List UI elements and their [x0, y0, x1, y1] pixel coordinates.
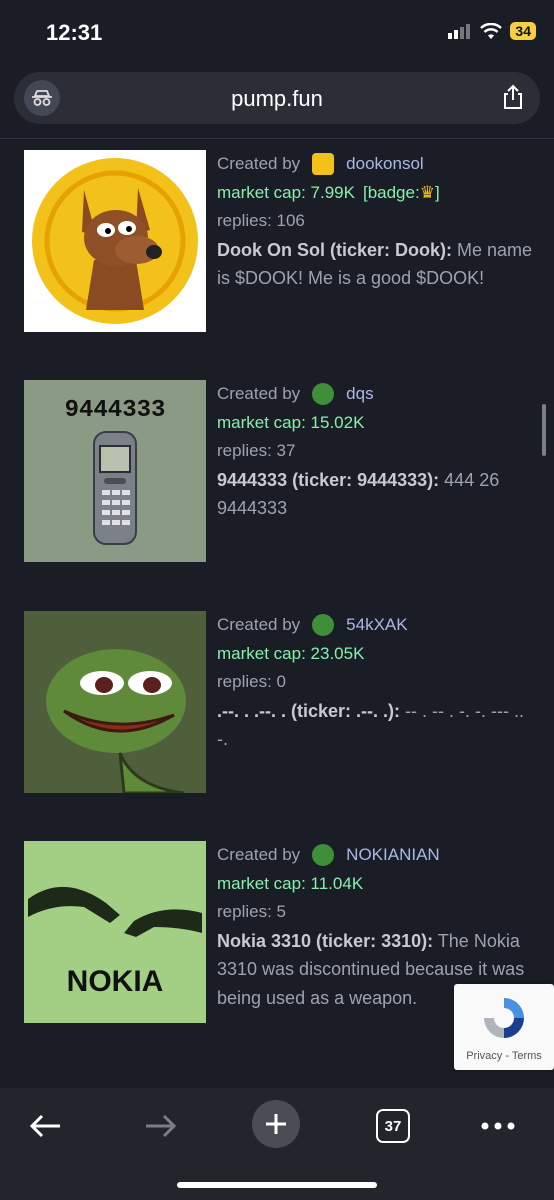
tabs-count: 37: [376, 1109, 410, 1143]
terms-separator: -: [502, 1050, 512, 1062]
more-icon: [481, 1122, 515, 1130]
token-description: Dook On Sol (ticker: Dook): Me name is $…: [217, 236, 535, 293]
replies-count: replies: 106: [217, 211, 305, 230]
creator-username[interactable]: NOKIANIAN: [346, 841, 440, 870]
forward-arrow-icon: [146, 1114, 177, 1138]
back-arrow-icon: [29, 1114, 60, 1138]
creator-line: Created by dookonsol: [217, 150, 535, 179]
image-text-nokia: NOKIA: [67, 965, 164, 998]
token-description: 9444333 (ticker: 9444333): 444 26 944433…: [217, 466, 535, 523]
share-icon[interactable]: [502, 84, 524, 115]
recaptcha-icon: [484, 998, 524, 1038]
new-tab-button[interactable]: [252, 1100, 300, 1148]
token-info: Created by 54kXAK market cap: 23.05K rep…: [217, 611, 535, 754]
battery-indicator: 34: [510, 22, 536, 40]
tabs-button[interactable]: 37: [375, 1104, 411, 1148]
market-cap: market cap: 7.99K: [217, 182, 355, 202]
replies-count: replies: 37: [217, 441, 296, 460]
browser-toolbar: 37: [0, 1088, 554, 1200]
terms-link[interactable]: Terms: [512, 1050, 542, 1062]
token-title: Nokia 3310 (ticker: 3310):: [217, 930, 434, 951]
created-by-label: Created by: [217, 845, 301, 864]
replies-count: replies: 5: [217, 902, 286, 921]
token-title: 9444333 (ticker: 9444333):: [217, 469, 440, 490]
home-indicator: [177, 1182, 377, 1188]
token-title: .--. . .--. . (ticker: .--. .):: [217, 700, 400, 721]
creator-line: Created by NOKIANIAN: [217, 841, 535, 870]
created-by-label: Created by: [217, 384, 301, 403]
creator-line: Created by 54kXAK: [217, 611, 535, 640]
crown-icon: ♛: [419, 182, 435, 202]
creator-username[interactable]: 54kXAK: [346, 611, 407, 640]
token-info: Created by dqs market cap: 15.02K replie…: [217, 380, 535, 523]
market-cap: market cap: 15.02K: [217, 412, 365, 432]
recaptcha-terms: Privacy - Terms: [454, 1050, 554, 1062]
creator-username[interactable]: dqs: [346, 380, 373, 409]
url-domain[interactable]: pump.fun: [14, 86, 540, 112]
privacy-link[interactable]: Privacy: [466, 1050, 502, 1062]
plus-icon: [252, 1100, 300, 1148]
status-icons: 34: [448, 22, 536, 40]
creator-avatar[interactable]: [312, 844, 335, 867]
token-image-9444333[interactable]: 9444333: [24, 380, 206, 562]
image-text-9444333: 9444333: [65, 397, 166, 424]
scrollbar[interactable]: [542, 404, 546, 456]
creator-avatar[interactable]: [312, 383, 335, 406]
more-menu-button[interactable]: [478, 1104, 518, 1148]
recaptcha-badge[interactable]: Privacy - Terms: [454, 984, 554, 1070]
token-description: .--. . .--. . (ticker: .--. .): -- . -- …: [217, 697, 535, 754]
status-bar: 12:31 34: [0, 0, 554, 66]
status-time: 12:31: [46, 20, 103, 45]
token-feed[interactable]: Created by dookonsol market cap: 7.99K [b…: [0, 139, 554, 1089]
token-image-dook[interactable]: [24, 150, 206, 332]
back-button[interactable]: [22, 1104, 68, 1148]
badge-label: [badge:: [362, 182, 420, 202]
token-title: Dook On Sol (ticker: Dook):: [217, 239, 453, 260]
creator-username[interactable]: dookonsol: [346, 150, 424, 179]
forward-button[interactable]: [138, 1104, 184, 1148]
address-bar[interactable]: pump.fun: [14, 72, 540, 124]
signal-icon: [448, 24, 471, 39]
creator-avatar[interactable]: [312, 153, 335, 176]
creator-avatar[interactable]: [312, 614, 335, 637]
token-image-nokia[interactable]: NOKIA: [24, 841, 206, 1023]
market-cap: market cap: 23.05K: [217, 643, 365, 663]
created-by-label: Created by: [217, 154, 301, 173]
created-by-label: Created by: [217, 615, 301, 634]
creator-line: Created by dqs: [217, 380, 535, 409]
wifi-icon: [480, 22, 503, 39]
market-cap: market cap: 11.04K: [217, 873, 364, 893]
replies-count: replies: 0: [217, 672, 286, 691]
token-info: Created by dookonsol market cap: 7.99K [b…: [217, 150, 535, 293]
token-image-pepe[interactable]: [24, 611, 206, 793]
badge-label-end: ]: [434, 182, 440, 202]
